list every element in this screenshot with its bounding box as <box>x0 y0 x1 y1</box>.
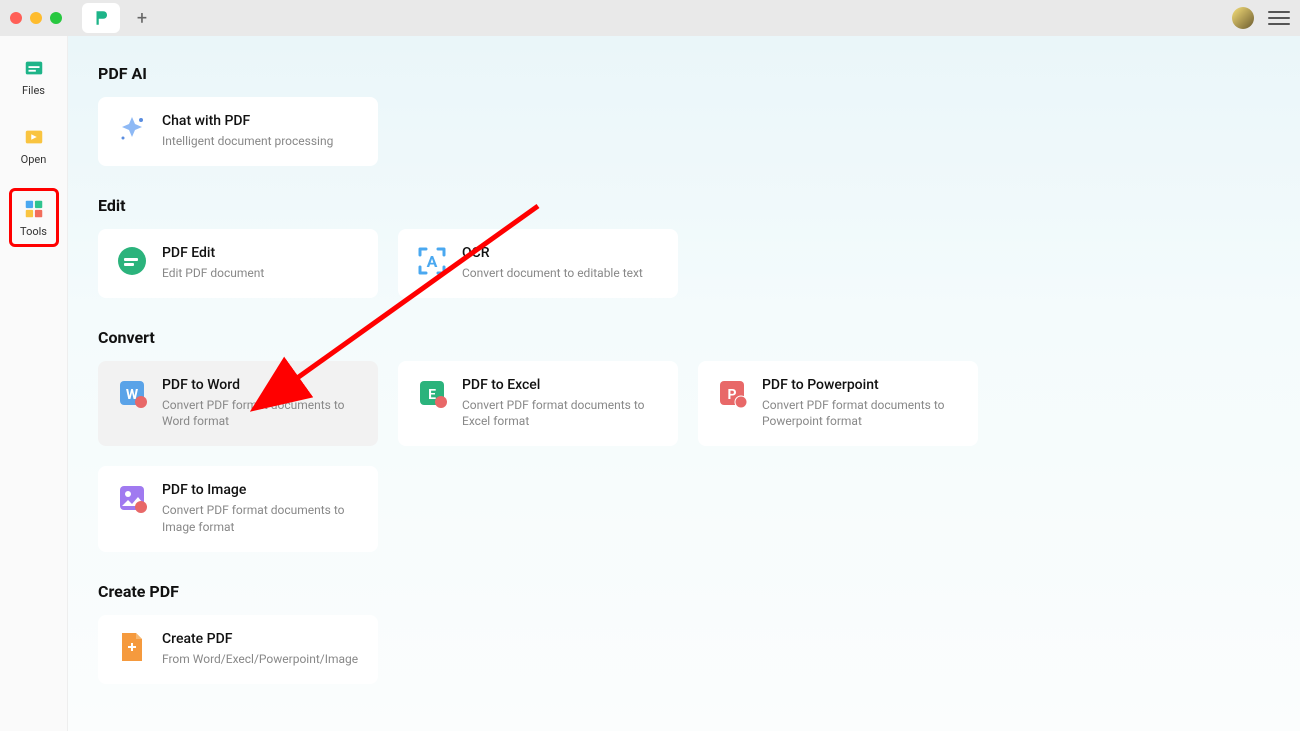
excel-icon: E <box>416 377 448 409</box>
sidebar-item-open[interactable]: Open <box>9 119 59 172</box>
section-pdf-ai: PDF AI Chat with PDF Intelligent documen… <box>98 64 1270 166</box>
card-title: PDF to Excel <box>462 377 660 393</box>
titlebar: + <box>0 0 1300 36</box>
section-title: Create PDF <box>98 582 1270 601</box>
close-window-button[interactable] <box>10 12 22 24</box>
card-pdf-to-excel[interactable]: E PDF to Excel Convert PDF format docume… <box>398 361 678 447</box>
card-title: PDF to Word <box>162 377 360 393</box>
card-desc: From Word/Execl/Powerpoint/Image <box>162 651 360 668</box>
card-title: Chat with PDF <box>162 113 360 129</box>
window-controls <box>10 12 62 24</box>
card-title: PDF to Image <box>162 482 360 498</box>
user-avatar[interactable] <box>1232 7 1254 29</box>
card-title: OCR <box>462 245 660 261</box>
app-tab[interactable] <box>82 3 120 33</box>
card-title: PDF to Powerpoint <box>762 377 960 393</box>
svg-text:E: E <box>428 387 436 403</box>
maximize-window-button[interactable] <box>50 12 62 24</box>
minimize-window-button[interactable] <box>30 12 42 24</box>
app-logo-icon <box>92 9 110 27</box>
create-pdf-icon <box>116 631 148 663</box>
svg-text:A: A <box>427 252 438 271</box>
sidebar-item-label: Tools <box>20 225 47 238</box>
word-icon: W <box>116 377 148 409</box>
card-ocr[interactable]: A OCR Convert document to editable text <box>398 229 678 298</box>
card-desc: Convert document to editable text <box>462 265 660 282</box>
sidebar-item-files[interactable]: Files <box>9 50 59 103</box>
card-chat-with-pdf[interactable]: Chat with PDF Intelligent document proce… <box>98 97 378 166</box>
files-icon <box>22 56 46 80</box>
section-edit: Edit PDF Edit Edit PDF document A <box>98 196 1270 298</box>
card-desc: Convert PDF format documents to Word for… <box>162 397 360 431</box>
new-tab-button[interactable]: + <box>130 6 154 30</box>
powerpoint-icon: P <box>716 377 748 409</box>
card-pdf-to-word[interactable]: W PDF to Word Convert PDF format documen… <box>98 361 378 447</box>
section-title: PDF AI <box>98 64 1270 83</box>
card-pdf-to-image[interactable]: PDF to Image Convert PDF format document… <box>98 466 378 552</box>
card-pdf-to-powerpoint[interactable]: P PDF to Powerpoint Convert PDF format d… <box>698 361 978 447</box>
pdf-edit-icon <box>116 245 148 277</box>
card-create-pdf[interactable]: Create PDF From Word/Execl/Powerpoint/Im… <box>98 615 378 684</box>
image-icon <box>116 482 148 514</box>
sidebar-item-tools[interactable]: Tools <box>9 188 59 247</box>
card-desc: Intelligent document processing <box>162 133 360 150</box>
ocr-icon: A <box>416 245 448 277</box>
open-icon <box>22 125 46 149</box>
card-desc: Convert PDF format documents to Image fo… <box>162 502 360 536</box>
card-desc: Convert PDF format documents to Excel fo… <box>462 397 660 431</box>
card-title: Create PDF <box>162 631 360 647</box>
sidebar-item-label: Files <box>22 84 45 97</box>
main-content: PDF AI Chat with PDF Intelligent documen… <box>68 36 1300 731</box>
sidebar: Files Open Tools <box>0 36 68 731</box>
sidebar-item-label: Open <box>21 153 47 166</box>
card-title: PDF Edit <box>162 245 360 261</box>
card-pdf-edit[interactable]: PDF Edit Edit PDF document <box>98 229 378 298</box>
section-convert: Convert W PDF to Word Convert PDF format… <box>98 328 1270 552</box>
hamburger-menu-button[interactable] <box>1268 7 1290 29</box>
sparkle-icon <box>116 113 148 145</box>
section-title: Convert <box>98 328 1270 347</box>
card-desc: Convert PDF format documents to Powerpoi… <box>762 397 960 431</box>
section-create-pdf: Create PDF Create PDF From Word/Execl/Po… <box>98 582 1270 684</box>
section-title: Edit <box>98 196 1270 215</box>
tools-icon <box>22 197 46 221</box>
card-desc: Edit PDF document <box>162 265 360 282</box>
